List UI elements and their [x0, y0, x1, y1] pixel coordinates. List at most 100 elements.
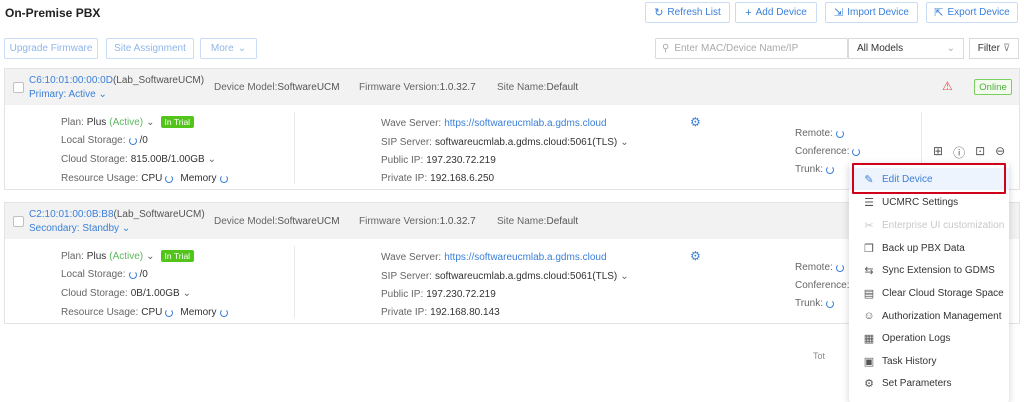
public-ip-row: Public IP: 197.230.72.219: [381, 289, 496, 300]
loading-icon: [835, 263, 844, 272]
briefcase-icon[interactable]: ⊡: [975, 144, 985, 161]
resource-label: Resource Usage:: [61, 307, 139, 318]
device-checkbox[interactable]: [13, 216, 24, 227]
settings-gear-icon[interactable]: ⚙: [690, 115, 701, 129]
search-input[interactable]: [674, 43, 835, 54]
model-select[interactable]: All Models ⌄: [848, 38, 964, 59]
plan-row: Plan: Plus (Active) ⌄ In Trial: [61, 250, 195, 262]
more-button[interactable]: More ⌄: [200, 38, 257, 59]
device-checkbox[interactable]: [13, 82, 24, 93]
filter-button[interactable]: Filter ⊽: [969, 38, 1019, 59]
model-label: Device Model:: [214, 82, 278, 93]
menu-item-label: UCMRC Settings: [882, 196, 959, 208]
chevron-down-icon[interactable]: ⌄: [620, 271, 628, 282]
device-role[interactable]: Primary: Active ⌄: [29, 89, 107, 100]
model-label: Device Model:: [214, 216, 278, 227]
chevron-down-icon[interactable]: ⌄: [146, 251, 154, 262]
model-value: SoftwareUCM: [277, 82, 340, 93]
cpu-label: CPU: [141, 307, 163, 318]
menu-item-edit-device[interactable]: ✎ Edit Device: [849, 168, 1009, 190]
add-device-button[interactable]: + Add Device: [735, 2, 817, 23]
menu-item-sync-extension[interactable]: ⇆ Sync Extension to GDMS: [849, 259, 1009, 281]
trunk-label: Trunk:: [795, 298, 823, 309]
more-options-icon[interactable]: ⊖: [995, 144, 1005, 161]
model-value: SoftwareUCM: [277, 216, 340, 227]
site-assignment-button[interactable]: Site Assignment: [106, 38, 194, 59]
device-role[interactable]: Secondary: Standby ⌄: [29, 223, 130, 234]
loading-icon: [128, 136, 137, 145]
chevron-down-icon[interactable]: ⌄: [183, 288, 191, 299]
device-mac[interactable]: C2:10:01:00:0B:B8(Lab_SoftwareUCM): [29, 209, 205, 220]
brush-icon: ✂: [864, 219, 874, 232]
menu-item-backup[interactable]: ❐ Back up PBX Data: [849, 237, 1009, 259]
plan-value: Plus: [86, 116, 107, 128]
wave-server-row: Wave Server: https://softwareucmlab.a.gd…: [381, 252, 607, 263]
alarm-off-icon[interactable]: ⚠: [942, 79, 953, 93]
role-text: Secondary: Standby: [29, 223, 120, 234]
site-name: Site Name:Default: [497, 82, 578, 93]
trunk-row: Trunk:: [795, 164, 834, 175]
device-model: Device Model:SoftwareUCM: [214, 82, 340, 93]
loading-icon: [165, 308, 174, 317]
export-device-button[interactable]: ⇱ Export Device: [926, 2, 1018, 23]
menu-item-label: Task History: [882, 355, 937, 367]
device-card-header: C6:10:01:00:00:0D(Lab_SoftwareUCM) Prima…: [5, 69, 1019, 105]
chevron-down-icon[interactable]: ⌄: [146, 117, 154, 128]
device-name: (Lab_SoftwareUCM): [113, 209, 205, 220]
menu-item-label: Back up PBX Data: [882, 242, 965, 254]
chevron-down-icon: ⌄: [98, 89, 107, 100]
menu-item-authorization[interactable]: ☺ Authorization Management: [849, 305, 1009, 327]
plan-state: (Active): [109, 116, 144, 128]
import-device-button[interactable]: ⇲ Import Device: [825, 2, 918, 23]
search-icon: ⚲: [662, 43, 670, 54]
wave-link[interactable]: https://softwareucmlab.a.gdms.cloud: [444, 252, 606, 263]
sip-label: SIP Server:: [381, 137, 432, 148]
cloud-storage-value: 815.00B/1.00GB: [130, 154, 205, 165]
device-mac[interactable]: C6:10:01:00:00:0D(Lab_SoftwareUCM): [29, 75, 204, 86]
resource-label: Resource Usage:: [61, 173, 139, 184]
sip-value: softwareucmlab.a.gdms.cloud:5061(TLS): [434, 137, 618, 148]
site-label: Site Name:: [497, 216, 547, 227]
upgrade-firmware-button[interactable]: Upgrade Firmware: [4, 38, 98, 59]
private-ip-label: Private IP:: [381, 307, 428, 318]
private-ip-label: Private IP:: [381, 173, 428, 184]
loading-icon: [219, 308, 228, 317]
chevron-down-icon: ⌄: [946, 43, 955, 54]
site-name: Site Name:Default: [497, 216, 578, 227]
topology-icon[interactable]: ⊞: [933, 144, 943, 161]
column-divider: [294, 112, 295, 184]
search-box[interactable]: ⚲: [655, 38, 848, 59]
chevron-down-icon[interactable]: ⌄: [620, 137, 628, 148]
status-badge: Online: [974, 79, 1012, 95]
device-actions: ⊞ ⓘ ⊡ ⊖: [933, 144, 1005, 161]
settings-gear-icon[interactable]: ⚙: [690, 249, 701, 263]
conference-label: Conference:: [795, 146, 850, 157]
export-device-label: Export Device: [947, 7, 1010, 18]
menu-item-set-parameters[interactable]: ⚙ Set Parameters: [849, 372, 1009, 394]
info-icon[interactable]: ⓘ: [953, 144, 965, 161]
memory-label: Memory: [180, 307, 217, 318]
top-bar: On-Premise PBX ↻ Refresh List + Add Devi…: [0, 0, 1024, 26]
chevron-down-icon[interactable]: ⌄: [208, 154, 216, 165]
menu-item-operation-logs[interactable]: ▦ Operation Logs: [849, 327, 1009, 349]
wave-label: Wave Server:: [381, 252, 442, 263]
menu-item-enterprise-ui: ✂ Enterprise UI customization: [849, 214, 1009, 236]
trunk-row: Trunk:: [795, 298, 834, 309]
local-storage-row: Local Storage: /0: [61, 135, 148, 146]
site-label: Site Name:: [497, 82, 547, 93]
chevron-down-icon: ⌄: [121, 223, 131, 234]
local-storage-row: Local Storage: /0: [61, 269, 148, 280]
menu-item-task-history[interactable]: ▣ Task History: [849, 350, 1009, 372]
menu-item-ucmrc-settings[interactable]: ☰ UCMRC Settings: [849, 191, 1009, 213]
cloud-storage-value: 0B/1.00GB: [130, 288, 180, 299]
private-ip-value: 192.168.6.250: [430, 173, 495, 184]
role-text: Primary: Active: [29, 89, 96, 100]
chevron-down-icon: ⌄: [237, 43, 247, 54]
storage-icon: ▤: [863, 287, 875, 300]
refresh-list-button[interactable]: ↻ Refresh List: [645, 2, 730, 23]
menu-item-clear-storage[interactable]: ▤ Clear Cloud Storage Space: [849, 282, 1009, 304]
trial-badge: In Trial: [160, 116, 195, 128]
sip-label: SIP Server:: [381, 271, 432, 282]
log-icon: ▦: [863, 332, 875, 345]
wave-link[interactable]: https://softwareucmlab.a.gdms.cloud: [444, 118, 606, 129]
